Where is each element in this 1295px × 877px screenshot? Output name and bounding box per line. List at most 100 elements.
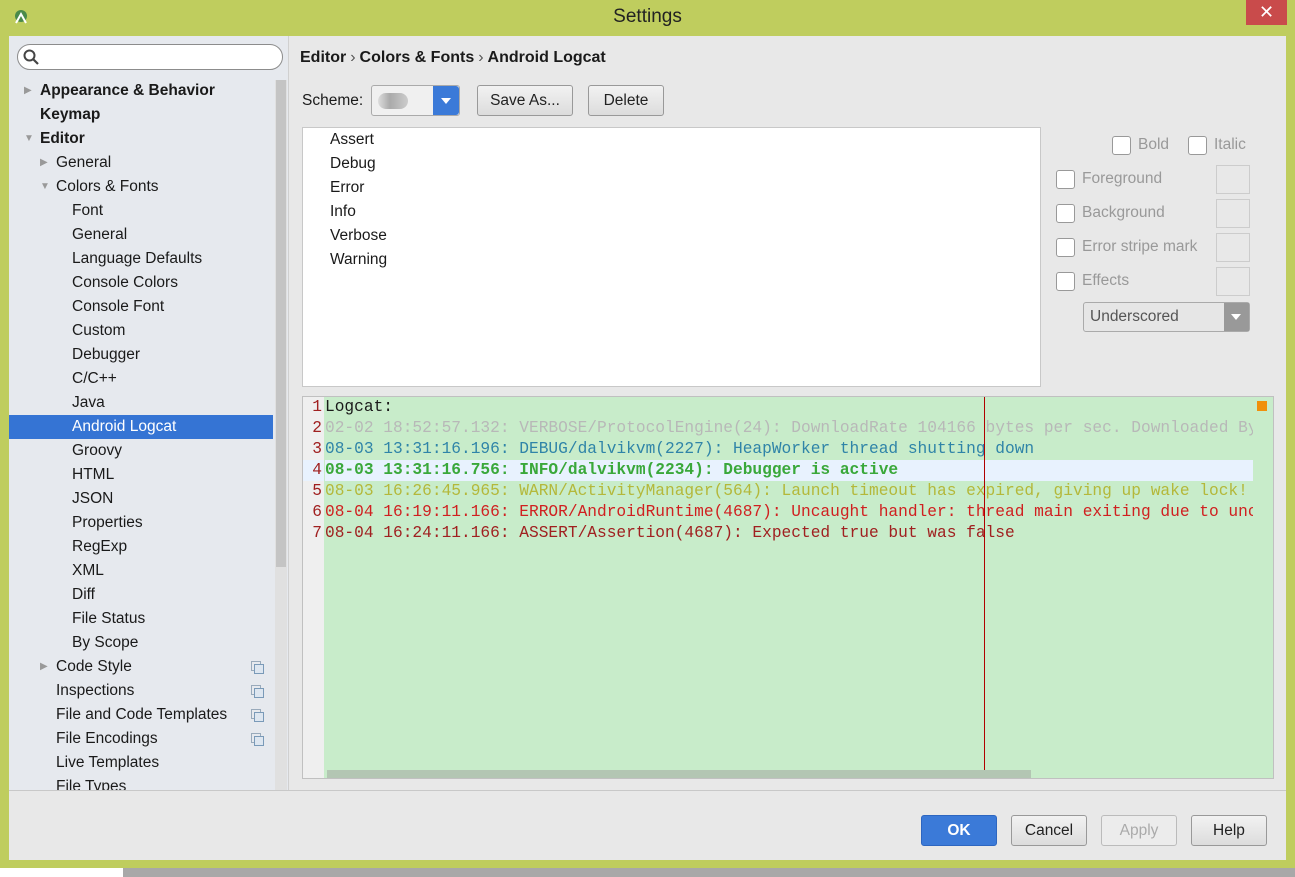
bold-checkbox[interactable] — [1112, 136, 1131, 155]
sidebar-item-label: Code Style — [56, 658, 132, 675]
foreground-checkbox[interactable] — [1056, 170, 1075, 189]
attribute-list-item[interactable]: Assert — [303, 128, 1040, 152]
delete-button[interactable]: Delete — [588, 85, 664, 116]
sidebar-item-appearance-behavior[interactable]: ▶ Appearance & Behavior — [9, 79, 273, 103]
effect-type-dropdown[interactable]: Underscored — [1083, 302, 1250, 332]
attribute-list-item[interactable]: Error — [303, 176, 1040, 200]
cancel-button[interactable]: Cancel — [1011, 815, 1087, 846]
sidebar-scrollbar-thumb[interactable] — [276, 80, 286, 567]
sidebar-item-label: RegExp — [72, 538, 128, 555]
sidebar-item-label: JSON — [72, 490, 114, 507]
sidebar-item-file-and-code-templates[interactable]: File and Code Templates — [9, 703, 273, 727]
sidebar-item-code-style[interactable]: ▶ Code Style — [9, 655, 273, 679]
line-number: 6 — [312, 503, 322, 521]
sidebar-item-label: HTML — [72, 466, 115, 483]
sidebar-item-file-status[interactable]: File Status — [9, 607, 273, 631]
sidebar-item-android-logcat[interactable]: Android Logcat — [9, 415, 273, 439]
sidebar-item-font[interactable]: Font — [9, 199, 273, 223]
expand-arrow-down-icon[interactable]: ▼ — [40, 175, 50, 199]
sidebar-item-label: Custom — [72, 322, 126, 339]
background-checkbox[interactable] — [1056, 204, 1075, 223]
effects-checkbox[interactable] — [1056, 272, 1075, 291]
log-line: 08-04 16:24:11.166: ASSERT/Assertion(468… — [325, 524, 1015, 542]
sidebar-item-label: Language Defaults — [72, 250, 203, 267]
scheme-dropdown[interactable] — [371, 85, 460, 116]
ok-button[interactable]: OK — [921, 815, 997, 846]
italic-checkbox[interactable] — [1188, 136, 1207, 155]
sidebar-item-label: Editor — [40, 130, 85, 147]
sidebar-item-console-font[interactable]: Console Font — [9, 295, 273, 319]
sidebar-item-xml[interactable]: XML — [9, 559, 273, 583]
sidebar-item-general[interactable]: ▶ General — [9, 151, 273, 175]
sidebar-item-custom[interactable]: Custom — [9, 319, 273, 343]
sidebar-item-general[interactable]: General — [9, 223, 273, 247]
sidebar-item-label: General — [56, 154, 112, 171]
log-line: 02-02 18:52:57.132: VERBOSE/ProtocolEngi… — [325, 419, 1253, 437]
line-number: 4 — [303, 460, 324, 481]
effects-color-swatch[interactable] — [1216, 267, 1250, 296]
sidebar-item-html[interactable]: HTML — [9, 463, 273, 487]
attribute-list-item[interactable]: Warning — [303, 248, 1040, 272]
attribute-list-item[interactable]: Debug — [303, 152, 1040, 176]
line-number: 5 — [312, 482, 322, 500]
sidebar-item-label: Inspections — [56, 682, 135, 699]
save-as-button[interactable]: Save As... — [477, 85, 573, 116]
sidebar-item-json[interactable]: JSON — [9, 487, 273, 511]
breadcrumb-item: Editor — [300, 49, 347, 66]
sidebar-item-label: By Scope — [72, 634, 139, 651]
expand-arrow-down-icon[interactable]: ▼ — [24, 127, 34, 151]
effect-type-value: Underscored — [1090, 308, 1179, 325]
chevron-down-icon[interactable] — [433, 86, 459, 115]
project-level-icon — [251, 685, 264, 698]
background-color-swatch[interactable] — [1216, 199, 1250, 228]
bold-label: Bold — [1138, 136, 1170, 153]
sidebar-item-java[interactable]: Java — [9, 391, 273, 415]
sidebar-item-file-types[interactable]: File Types — [9, 775, 273, 790]
sidebar-item-properties[interactable]: Properties — [9, 511, 273, 535]
error-stripe-checkbox[interactable] — [1056, 238, 1075, 257]
error-stripe-color-swatch[interactable] — [1216, 233, 1250, 262]
attribute-list-item[interactable]: Info — [303, 200, 1040, 224]
sidebar-item-label: Console Colors — [72, 274, 178, 291]
sidebar-item-label: Live Templates — [56, 754, 160, 771]
sidebar-item-label: Debugger — [72, 346, 141, 363]
foreground-color-swatch[interactable] — [1216, 165, 1250, 194]
search-input[interactable] — [17, 44, 283, 70]
sidebar-item-label: Console Font — [72, 298, 165, 315]
breadcrumb-separator: › — [350, 49, 356, 66]
sidebar-item-c-c[interactable]: C/C++ — [9, 367, 273, 391]
sidebar-item-live-templates[interactable]: Live Templates — [9, 751, 273, 775]
sidebar-item-console-colors[interactable]: Console Colors — [9, 271, 273, 295]
sidebar-item-language-defaults[interactable]: Language Defaults — [9, 247, 273, 271]
close-button[interactable]: ✕ — [1246, 0, 1287, 25]
attributes-list: Assert Debug Error Info Verbose Warning — [302, 127, 1041, 387]
sidebar-item-regexp[interactable]: RegExp — [9, 535, 273, 559]
sidebar-item-editor[interactable]: ▼ Editor — [9, 127, 273, 151]
sidebar-item-label: General — [72, 226, 128, 243]
apply-button[interactable]: Apply — [1101, 815, 1177, 846]
error-stripe-label: Error stripe mark — [1082, 238, 1198, 255]
preview-horizontal-scrollbar[interactable] — [327, 770, 1031, 778]
logcat-preview[interactable]: 1 2 3 45 6 7 Logcat: 02-02 18:52:57.132: VERBO… — [302, 396, 1274, 779]
sidebar-item-label: Keymap — [40, 106, 101, 123]
sidebar-item-inspections[interactable]: Inspections — [9, 679, 273, 703]
help-button[interactable]: Help — [1191, 815, 1267, 846]
sidebar-item-by-scope[interactable]: By Scope — [9, 631, 273, 655]
sidebar-item-file-encodings[interactable]: File Encodings — [9, 727, 273, 751]
footer-divider — [9, 790, 1286, 791]
error-stripe-marker[interactable] — [1257, 401, 1267, 411]
expand-arrow-right-icon[interactable]: ▶ — [24, 79, 32, 103]
expand-arrow-right-icon[interactable]: ▶ — [40, 655, 48, 679]
sidebar-item-colors-fonts[interactable]: ▼ Colors & Fonts — [9, 175, 273, 199]
desktop-background — [0, 868, 123, 877]
sidebar-item-diff[interactable]: Diff — [9, 583, 273, 607]
expand-arrow-right-icon[interactable]: ▶ — [40, 151, 48, 175]
attribute-list-item[interactable]: Verbose — [303, 224, 1040, 248]
sidebar-item-groovy[interactable]: Groovy — [9, 439, 273, 463]
line-number: 3 — [312, 440, 322, 458]
sidebar-scrollbar[interactable] — [275, 80, 287, 790]
log-line: 08-04 16:19:11.166: ERROR/AndroidRuntime… — [325, 503, 1253, 521]
chevron-down-icon[interactable] — [1224, 303, 1249, 331]
sidebar-item-debugger[interactable]: Debugger — [9, 343, 273, 367]
sidebar-item-keymap[interactable]: Keymap — [9, 103, 273, 127]
